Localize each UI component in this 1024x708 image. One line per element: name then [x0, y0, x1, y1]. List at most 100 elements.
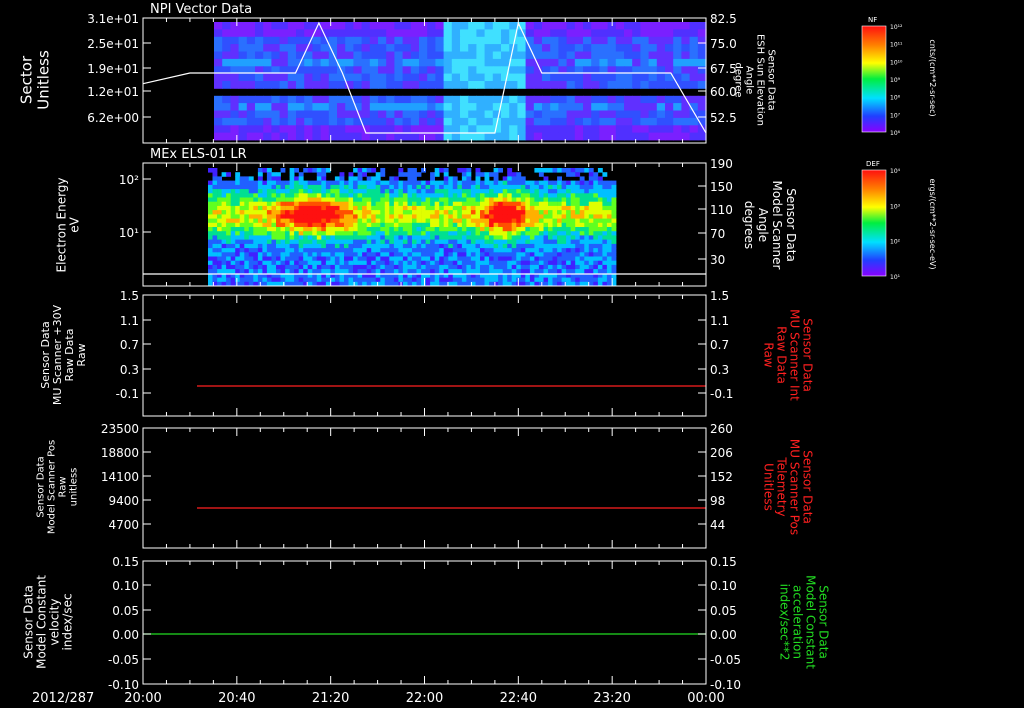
heat-cell — [427, 58, 436, 67]
heat-cell — [285, 264, 290, 270]
heat-cell — [574, 95, 584, 104]
heat-cell — [419, 103, 428, 111]
heat-cell — [262, 231, 268, 236]
heat-cell — [226, 277, 231, 283]
heat-cell — [217, 260, 222, 266]
heat-cell — [230, 269, 236, 274]
heat-cell — [673, 103, 682, 111]
heat-cell — [511, 260, 517, 266]
heat-cell — [248, 235, 254, 240]
heat-cell — [583, 132, 592, 141]
heat-cell — [534, 239, 540, 245]
heat-cell — [353, 264, 358, 270]
heat-cell — [230, 81, 240, 89]
heat-cell — [425, 264, 431, 270]
heat-cell — [552, 239, 558, 245]
heat-cell — [384, 214, 390, 219]
heat-cell — [334, 205, 340, 211]
heat-cell — [550, 103, 559, 111]
p5-ylab-line-1: Model Constant — [35, 575, 49, 669]
heat-cell — [615, 29, 625, 38]
heat-cell — [648, 110, 658, 119]
heat-cell — [246, 81, 256, 89]
heat-cell — [468, 66, 477, 75]
heat-cell — [312, 189, 318, 194]
heat-cell — [353, 248, 358, 253]
heat-cell — [366, 201, 372, 207]
heat-cell — [398, 168, 404, 173]
heat-cell — [489, 205, 494, 211]
heat-cell — [525, 214, 531, 219]
heat-cell — [548, 264, 553, 270]
heat-cell — [298, 172, 304, 177]
heat-cell — [498, 239, 503, 245]
panel-1-title: NPI Vector Data — [150, 2, 252, 17]
heat-cell — [552, 256, 558, 262]
y-tick-label: 10² — [119, 173, 139, 187]
heat-cell — [303, 210, 309, 215]
heat-cell — [263, 73, 272, 82]
heat-cell — [640, 132, 650, 141]
heat-cell — [689, 95, 699, 104]
heat-cell — [443, 201, 449, 207]
heat-cell — [412, 193, 417, 198]
heat-cell — [375, 248, 381, 253]
heat-cell — [460, 73, 469, 82]
heat-cell — [615, 44, 625, 52]
time-tick-label: 21:20 — [312, 691, 349, 706]
heat-cell — [425, 243, 431, 249]
heat-cell — [271, 201, 277, 207]
heat-cell — [558, 29, 568, 38]
y2-tick-label: 110 — [710, 203, 733, 217]
heat-cell — [253, 189, 259, 194]
heat-cell — [212, 256, 218, 262]
heat-cell — [285, 260, 290, 266]
heat-cell — [296, 22, 305, 30]
heat-cell — [452, 231, 458, 236]
heat-cell — [538, 214, 544, 219]
heat-cell — [248, 184, 254, 190]
heat-cell — [357, 264, 363, 270]
heat-cell — [593, 214, 599, 219]
heat-cell — [548, 197, 553, 203]
p4-ylab-line-3: unitless — [69, 468, 80, 507]
heat-cell — [248, 252, 254, 257]
p5-ylab-line-3: index/sec — [61, 593, 75, 650]
heat-cell — [212, 222, 218, 228]
heat-cell — [238, 29, 248, 38]
heat-cell — [443, 210, 449, 215]
heat-cell — [451, 73, 461, 82]
heat-cell — [239, 235, 245, 240]
heat-cell — [501, 22, 510, 30]
heat-cell — [697, 73, 707, 82]
heat-cell — [457, 201, 463, 207]
heat-cell — [476, 36, 486, 45]
heat-cell — [325, 231, 331, 236]
heat-cell — [493, 243, 499, 249]
heat-cell — [226, 243, 231, 249]
heat-cell — [435, 117, 445, 126]
heat-cell — [371, 205, 377, 211]
heat-cell — [239, 197, 245, 203]
heat-cell — [602, 239, 608, 245]
heat-cell — [244, 222, 250, 228]
heat-cell — [593, 184, 599, 190]
heat-cell — [287, 29, 297, 38]
heat-cell — [443, 73, 453, 82]
heat-cell — [538, 201, 544, 207]
heat-cell — [673, 110, 682, 119]
heat-cell — [476, 81, 486, 89]
heat-cell — [334, 231, 340, 236]
heat-cell — [427, 117, 436, 126]
heat-cell — [348, 264, 354, 270]
heat-cell — [214, 58, 223, 67]
heat-cell — [393, 264, 399, 270]
heat-cell — [434, 260, 440, 266]
heat-cell — [632, 132, 641, 141]
heat-cell — [425, 277, 431, 283]
heat-cell — [248, 193, 254, 198]
heat-cell — [570, 210, 576, 215]
heat-cell — [380, 239, 386, 245]
heat-cell — [543, 222, 549, 228]
heat-cell — [416, 277, 422, 283]
